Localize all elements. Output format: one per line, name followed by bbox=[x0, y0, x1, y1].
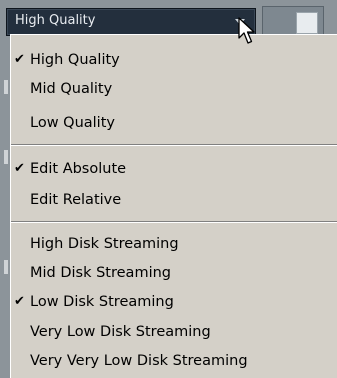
background-edge-mark bbox=[4, 80, 8, 94]
quality-dropdown-value: High Quality bbox=[15, 13, 96, 28]
menu-item-high-disk-streaming[interactable]: High Disk Streaming bbox=[11, 232, 337, 256]
menu-item-label: Low Quality bbox=[30, 115, 115, 131]
menu-item-label: Edit Relative bbox=[30, 192, 122, 208]
menu-item-high-quality[interactable]: ✔ High Quality bbox=[11, 48, 337, 72]
menu-item-label: Very Low Disk Streaming bbox=[30, 324, 211, 340]
menu-item-mid-disk-streaming[interactable]: Mid Disk Streaming bbox=[11, 261, 337, 285]
menu-item-label: Edit Absolute bbox=[30, 161, 127, 177]
menu-item-low-quality[interactable]: Low Quality bbox=[11, 111, 337, 135]
menu-item-mid-quality[interactable]: Mid Quality bbox=[11, 77, 337, 101]
menu-item-label: Very Very Low Disk Streaming bbox=[30, 353, 248, 369]
menu-item-very-low-disk-streaming[interactable]: Very Low Disk Streaming bbox=[11, 320, 337, 344]
checkmark-icon: ✔ bbox=[14, 161, 25, 176]
menu-item-label: Mid Disk Streaming bbox=[30, 265, 171, 281]
menu-item-edit-absolute[interactable]: ✔ Edit Absolute bbox=[11, 157, 337, 181]
menu-item-label: Low Disk Streaming bbox=[30, 294, 174, 310]
checkmark-icon: ✔ bbox=[14, 52, 25, 67]
background-icon bbox=[296, 12, 318, 34]
menu-item-label: High Disk Streaming bbox=[30, 236, 179, 252]
menu-separator bbox=[11, 221, 337, 223]
checkmark-icon: ✔ bbox=[14, 294, 25, 309]
menu-item-label: High Quality bbox=[30, 52, 120, 68]
quality-dropdown[interactable]: High Quality bbox=[6, 8, 256, 36]
menu-item-edit-relative[interactable]: Edit Relative bbox=[11, 188, 337, 212]
background-edge-mark bbox=[4, 260, 8, 274]
mouse-cursor-icon bbox=[238, 17, 255, 44]
menu-item-label: Mid Quality bbox=[30, 81, 113, 97]
background-edge-mark bbox=[4, 150, 8, 164]
menu-separator bbox=[11, 144, 337, 146]
menu-item-very-very-low-disk-streaming[interactable]: Very Very Low Disk Streaming bbox=[11, 349, 337, 373]
quality-menu: ✔ High Quality Mid Quality Low Quality ✔… bbox=[10, 34, 337, 378]
menu-item-low-disk-streaming[interactable]: ✔ Low Disk Streaming bbox=[11, 290, 337, 314]
